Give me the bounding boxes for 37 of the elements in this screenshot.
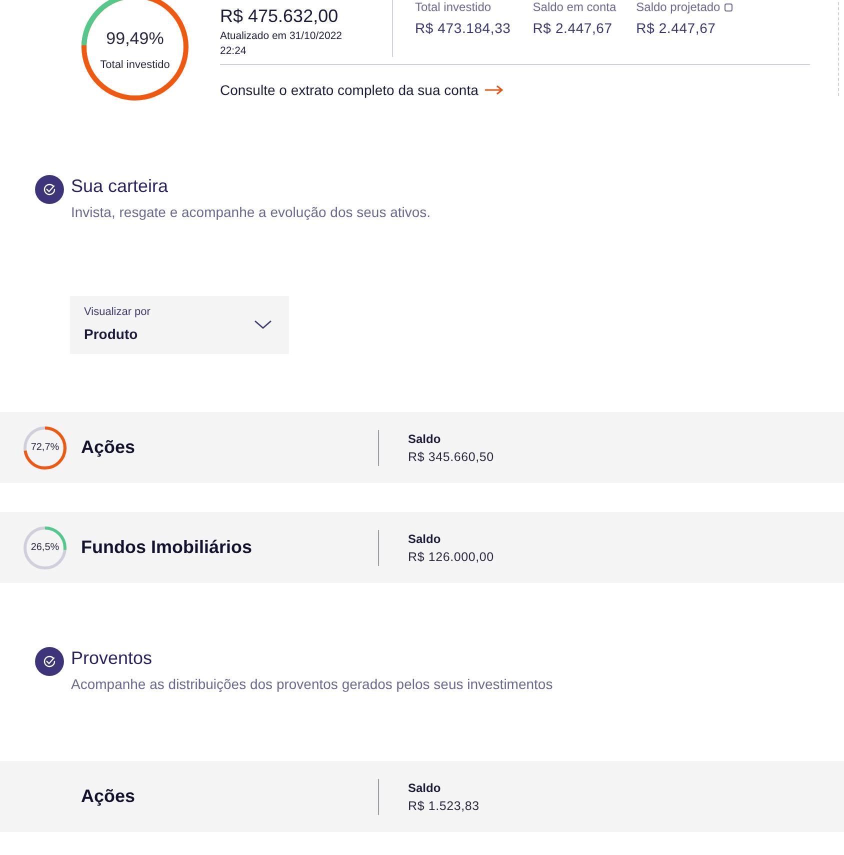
percent-label: 26,5% [30,542,60,553]
stat-label: Saldo em conta [532,0,616,14]
asset-name: Ações [81,786,136,807]
progress-ring [23,526,67,570]
balance-label: Saldo [408,432,442,446]
check-badge-icon [35,175,64,204]
asset-row[interactable]: Ações Saldo R$ 1.523,83 [0,761,844,832]
stat-label: Saldo projetado [636,0,720,14]
section-subtitle: Invista, resgate e acompanhe a evolução dos seus ativos. [71,204,431,220]
progress-ring [23,426,67,470]
stat-label: Total investido [415,0,492,14]
balance-label: Saldo [408,780,442,794]
balance-label: Saldo [408,532,442,546]
updated-date: Atualizado em 31/10/2022 22:24 [220,29,344,59]
statement-link[interactable]: Consulte o extrato completo da sua conta [220,82,504,98]
check-badge-icon [35,647,64,676]
total-amount: R$ 475.632,00 [220,6,340,27]
donut-label: Total investido [100,59,170,71]
asset-name: Fundos Imobiliários [81,537,254,558]
asset-row[interactable]: 26,5% Fundos Imobiliários Saldo R$ 126.000,00 [0,512,844,583]
small-square-icon[interactable] [724,2,734,12]
balance-value: R$ 126.000,00 [408,550,494,564]
section-subtitle: Acompanhe as distribuições dos proventos gerados pelos seus investimentos [71,676,553,692]
percent-label: 72,7% [30,442,60,453]
section-title: Proventos [71,648,154,669]
section-title: Sua carteira [71,176,170,197]
stat-value: R$ 2.447,67 [636,20,717,36]
percent-value: 99,49% [106,29,164,49]
stat-value: R$ 2.447,67 [532,20,614,36]
asset-row[interactable]: 72,7% Ações Saldo R$ 345.660,50 [0,412,844,483]
asset-name: Ações [81,437,136,458]
balance-value: R$ 1.523,83 [408,798,480,812]
chevron-down-icon [254,320,272,330]
balance-value: R$ 345.660,50 [408,450,494,464]
view-by-dropdown[interactable]: Visualizar por Produto [70,296,289,354]
stat-value: R$ 473.184,33 [415,20,511,36]
arrow-right-icon [484,85,504,95]
